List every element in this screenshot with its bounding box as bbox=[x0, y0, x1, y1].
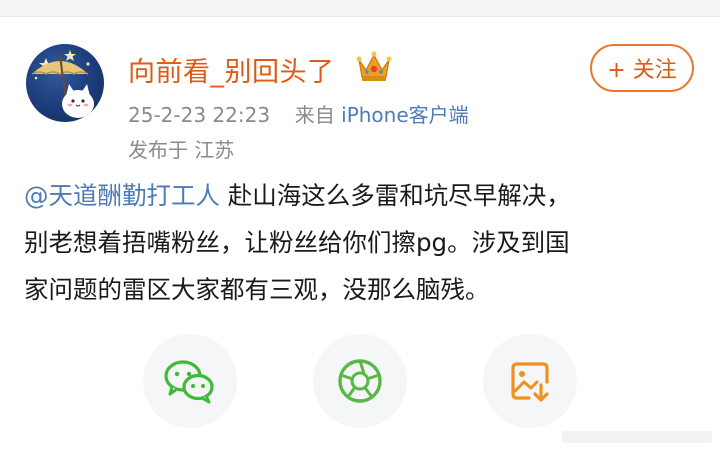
avatar-illustration bbox=[31, 50, 94, 118]
source-prefix: 来自 bbox=[294, 103, 335, 127]
wechat-icon bbox=[164, 360, 214, 404]
save-image-button[interactable] bbox=[483, 334, 577, 428]
top-divider bbox=[0, 0, 720, 17]
save-image-icon bbox=[511, 362, 549, 402]
author-name[interactable]: 向前看_别回头了 bbox=[128, 50, 335, 89]
share-moments-button[interactable] bbox=[313, 334, 407, 428]
watermark bbox=[562, 431, 712, 443]
post-text-2: 别老想着捂嘴粉丝，让粉丝给你们擦pg。涉及到国 bbox=[24, 228, 570, 257]
post-text-3: 家问题的雷区大家都有三观，没那么脑残。 bbox=[24, 275, 490, 304]
avatar[interactable] bbox=[26, 44, 104, 122]
follow-button[interactable]: + 关注 bbox=[590, 44, 694, 92]
weibo-post-card: 向前看_别回头了 25-2-23 22:23 来自 iPhone客户端 发布于 … bbox=[0, 0, 720, 452]
mention-link[interactable]: @天道酬勤打工人 bbox=[24, 181, 220, 210]
moments-icon bbox=[338, 359, 382, 403]
post-datetime: 25-2-23 22:23 bbox=[128, 103, 271, 127]
post-body: @天道酬勤打工人 赴山海这么多雷和坑尽早解决， 别老想着捂嘴粉丝，让粉丝给你们擦… bbox=[24, 172, 700, 313]
crown-icon bbox=[356, 51, 392, 81]
post-location: 发布于 江苏 bbox=[128, 138, 235, 162]
post-line-1: @天道酬勤打工人 赴山海这么多雷和坑尽早解决， bbox=[24, 172, 700, 219]
post-meta: 25-2-23 22:23 来自 iPhone客户端 bbox=[128, 99, 469, 128]
share-wechat-button[interactable] bbox=[143, 334, 237, 428]
post-text-1: 赴山海这么多雷和坑尽早解决， bbox=[220, 181, 571, 210]
source-link[interactable]: iPhone客户端 bbox=[341, 103, 469, 127]
